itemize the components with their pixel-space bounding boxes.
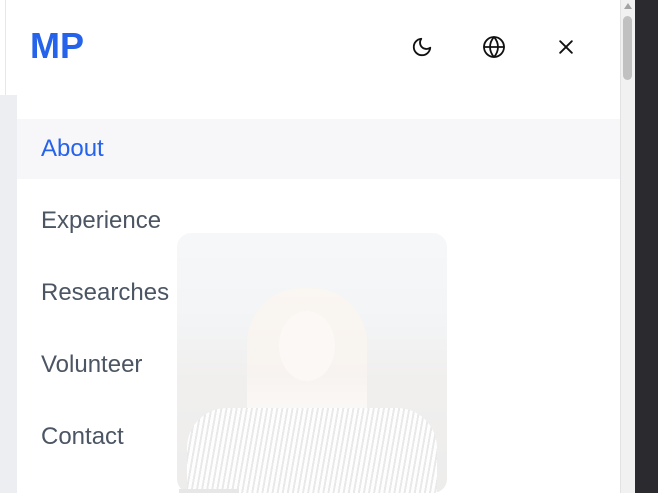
nav-item-label: Researches: [41, 279, 170, 306]
language-button[interactable]: [474, 27, 514, 67]
scrollbar-thumb[interactable]: [623, 16, 632, 80]
theme-toggle-button[interactable]: [402, 27, 442, 67]
nav-item-researches[interactable]: Researches: [17, 263, 620, 323]
close-menu-button[interactable]: [546, 27, 586, 67]
site-logo[interactable]: MP: [30, 26, 84, 66]
mobile-nav: About Experience Researches Volunteer Co…: [17, 119, 620, 479]
close-icon: [559, 40, 573, 54]
nav-item-label: Volunteer: [41, 351, 143, 378]
nav-item-about[interactable]: About: [17, 119, 620, 179]
page-side-strip: [0, 95, 17, 493]
scroll-up-arrow-icon[interactable]: [624, 3, 632, 9]
moon-icon: [412, 37, 432, 57]
menu-header: MP: [5, 0, 620, 95]
vertical-scrollbar[interactable]: [620, 0, 635, 493]
globe-icon: [483, 36, 505, 58]
nav-item-label: Experience: [41, 207, 162, 234]
nav-item-label: Contact: [41, 423, 124, 450]
nav-item-contact[interactable]: Contact: [17, 407, 620, 467]
nav-item-label: About: [41, 135, 104, 162]
window-edge: [635, 0, 658, 493]
nav-item-experience[interactable]: Experience: [17, 191, 620, 251]
nav-item-volunteer[interactable]: Volunteer: [17, 335, 620, 395]
